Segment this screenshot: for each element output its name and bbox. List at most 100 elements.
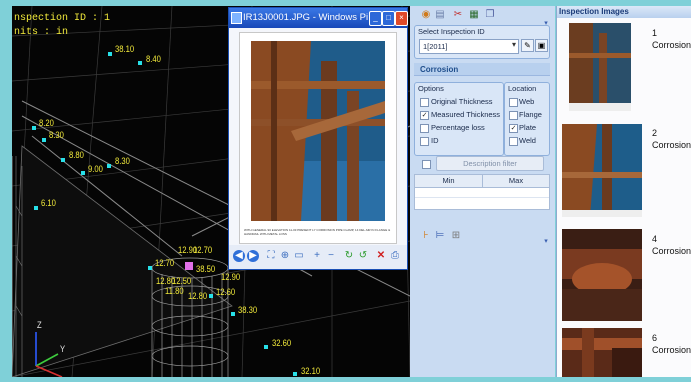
save-icon[interactable]: ▣ bbox=[535, 39, 548, 52]
tools-icon[interactable]: ✂ bbox=[452, 9, 464, 21]
table-row[interactable] bbox=[415, 187, 549, 198]
thumbnail-type: Corrosion bbox=[652, 140, 691, 150]
units-readout: nits : in bbox=[14, 27, 69, 38]
thickness-label: 12.70 bbox=[193, 245, 213, 255]
app-frame: nspection ID : 1 nits : in 38.10 8.40 8.… bbox=[0, 0, 691, 377]
id-checkbox[interactable] bbox=[420, 137, 429, 146]
collapse-lower-icon[interactable]: ▾ bbox=[540, 236, 552, 248]
description-filter-checkbox[interactable] bbox=[422, 160, 431, 169]
image-thumbnail[interactable] bbox=[562, 23, 642, 111]
layers-icon[interactable]: ▤ bbox=[434, 9, 446, 21]
minimize-button[interactable]: _ bbox=[369, 11, 382, 26]
measure-icon[interactable]: ⊨ bbox=[434, 230, 446, 242]
thickness-label: 38.30 bbox=[238, 305, 258, 315]
percentage-loss-label: Percentage loss bbox=[431, 123, 485, 132]
zoom-in-icon[interactable]: + bbox=[311, 250, 323, 262]
id-label: ID bbox=[431, 136, 439, 145]
axis-y-label: Y bbox=[60, 344, 66, 354]
measurement-point-marker[interactable] bbox=[293, 372, 297, 376]
web-checkbox[interactable] bbox=[509, 98, 518, 107]
select-inspection-group: Select Inspection ID 1[2011] ▾ ✎ ▣ bbox=[414, 25, 550, 59]
viewer-app-icon bbox=[231, 12, 242, 24]
rotate-counterclockwise-icon[interactable]: ↺ bbox=[357, 250, 369, 262]
options-label: Options bbox=[418, 84, 444, 93]
inspection-images-panel: Inspection Images 1 Corrosion 2 Corrosio… bbox=[556, 6, 691, 377]
thickness-label: 32.60 bbox=[272, 338, 292, 348]
image-thumbnail[interactable] bbox=[562, 229, 642, 321]
weld-checkbox[interactable] bbox=[509, 137, 518, 146]
picture-viewer-window[interactable]: IR13J0001.JPG - Windows Pict... _ □ × WI… bbox=[228, 7, 408, 270]
original-thickness-checkbox[interactable] bbox=[420, 98, 429, 107]
inspection-images-header: Inspection Images bbox=[557, 6, 691, 18]
measured-thickness-label: Measured Thickness bbox=[431, 110, 501, 119]
measurement-point-marker[interactable] bbox=[42, 138, 46, 142]
measurement-point-marker[interactable] bbox=[148, 266, 152, 270]
measurement-point-marker[interactable] bbox=[81, 171, 85, 175]
percentage-loss-checkbox[interactable] bbox=[420, 124, 429, 133]
thickness-label: 6.10 bbox=[41, 198, 56, 208]
viewer-titlebar[interactable]: IR13J0001.JPG - Windows Pict... _ □ × bbox=[229, 8, 408, 28]
thickness-label: 12.70 bbox=[155, 258, 175, 268]
copy-icon[interactable]: ❐ bbox=[484, 9, 496, 21]
options-group: Options Original Thickness ✓ Measured Th… bbox=[414, 82, 504, 156]
slideshow-icon[interactable]: ▭ bbox=[293, 250, 305, 262]
color-legend-icon[interactable]: ⊦ bbox=[420, 230, 432, 242]
photo-caption: WITH GENERAL 90 ELEVATION 11-03 PRESENT … bbox=[244, 229, 391, 236]
rotate-clockwise-icon[interactable]: ↻ bbox=[343, 250, 355, 262]
zoom-out-icon[interactable]: − bbox=[325, 250, 337, 262]
chart-icon[interactable]: ▦ bbox=[468, 9, 480, 21]
measurement-point-marker[interactable] bbox=[264, 345, 268, 349]
best-fit-icon[interactable]: ⛶ bbox=[265, 250, 277, 262]
thumbnail-image bbox=[562, 328, 642, 377]
image-thumbnail[interactable] bbox=[562, 328, 642, 377]
corrosion-photo-image bbox=[251, 41, 385, 221]
viewer-toolbar: ◀ ▶ ⛶ ⊕ ▭ + − ↻ ↺ ✕ ⎙ bbox=[229, 245, 407, 269]
thickness-label: 8.30 bbox=[115, 156, 130, 166]
thickness-label: 32.10 bbox=[301, 366, 321, 376]
weld-label: Weld bbox=[519, 136, 536, 145]
settings-icon[interactable]: ◉ bbox=[420, 9, 432, 21]
thickness-label: 12.50 bbox=[172, 276, 192, 286]
measured-thickness-checkbox[interactable]: ✓ bbox=[420, 111, 429, 120]
chevron-down-icon: ▾ bbox=[511, 40, 516, 49]
plate-checkbox[interactable]: ✓ bbox=[509, 124, 518, 133]
actual-size-icon[interactable]: ⊕ bbox=[279, 250, 291, 262]
thumbnail-number: 6 bbox=[652, 333, 658, 343]
plate-label: Plate bbox=[519, 123, 537, 132]
thickness-label: 38.10 bbox=[115, 44, 135, 54]
measurement-point-marker[interactable] bbox=[209, 294, 213, 298]
measurement-point-marker[interactable] bbox=[108, 52, 112, 56]
measurement-point-marker[interactable] bbox=[34, 206, 38, 210]
corrosion-section-header[interactable]: Corrosion bbox=[414, 63, 550, 76]
select-inspection-label: Select Inspection ID bbox=[418, 27, 485, 36]
inspection-photo: WITH GENERAL 90 ELEVATION 11-03 PRESENT … bbox=[239, 32, 397, 244]
image-thumbnail[interactable] bbox=[562, 124, 642, 217]
thickness-label: 8.80 bbox=[69, 150, 84, 160]
measurement-point-marker[interactable] bbox=[61, 158, 65, 162]
thumbnail-number: 2 bbox=[652, 128, 658, 138]
thickness-label: 12.60 bbox=[216, 287, 236, 297]
flange-checkbox[interactable] bbox=[509, 111, 518, 120]
next-image-button[interactable]: ▶ bbox=[247, 250, 259, 262]
grid-icon[interactable]: ⊞ bbox=[450, 230, 462, 242]
print-icon[interactable]: ⎙ bbox=[389, 250, 401, 262]
previous-image-button[interactable]: ◀ bbox=[233, 250, 245, 262]
thickness-label: 12.80 bbox=[188, 291, 208, 301]
edit-icon[interactable]: ✎ bbox=[521, 39, 534, 52]
measurement-point-marker[interactable] bbox=[138, 61, 142, 65]
axis-z-label: Z bbox=[37, 320, 42, 330]
thickness-label: 8.20 bbox=[39, 118, 54, 128]
measurement-point-marker[interactable] bbox=[32, 126, 36, 130]
description-filter-button[interactable]: Description filter bbox=[436, 156, 544, 171]
measurement-point-marker[interactable] bbox=[231, 312, 235, 316]
inspection-control-panel: ◉ ▤ ✂ ▦ ❐ ▾ Select Inspection ID 1[2011]… bbox=[410, 6, 555, 377]
thumbnail-type: Corrosion bbox=[652, 40, 691, 50]
flange-label: Flange bbox=[519, 110, 542, 119]
thumbnail-type: Corrosion bbox=[652, 246, 691, 256]
close-button[interactable]: × bbox=[395, 11, 408, 26]
inspection-id-select[interactable]: 1[2011] ▾ bbox=[419, 39, 519, 54]
measurement-point-marker[interactable] bbox=[107, 164, 111, 168]
maximize-button[interactable]: □ bbox=[382, 11, 395, 26]
thumbnail-number: 1 bbox=[652, 28, 658, 38]
delete-icon[interactable]: ✕ bbox=[375, 250, 387, 262]
